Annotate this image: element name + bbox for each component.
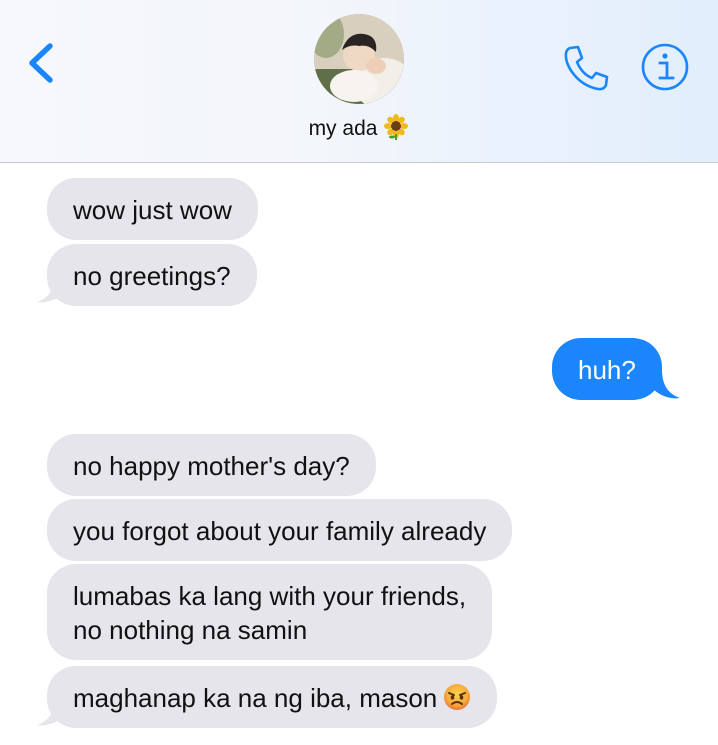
- message-text-line: lumabas ka lang with your friends,: [73, 581, 467, 611]
- sunflower-icon: [383, 114, 409, 149]
- contact-name: my ada: [308, 117, 378, 140]
- message-text: no happy mother's day?: [73, 451, 350, 481]
- message-text: no greetings?: [73, 261, 231, 291]
- message-text: huh?: [578, 355, 636, 385]
- call-button[interactable]: [560, 42, 612, 94]
- incoming-message[interactable]: wow just wow: [47, 178, 258, 240]
- message-text: maghanap ka na ng iba, mason: [73, 683, 438, 713]
- message-text: wow just wow: [73, 195, 232, 225]
- incoming-message[interactable]: maghanap ka na ng iba, mason: [47, 666, 498, 728]
- back-button[interactable]: [22, 38, 62, 88]
- message-text-line: no nothing na samin: [73, 615, 308, 645]
- incoming-message[interactable]: lumabas ka lang with your friends, no no…: [47, 564, 493, 660]
- phone-icon: [564, 45, 609, 91]
- pouting-face-icon: [443, 683, 471, 719]
- info-button[interactable]: [640, 42, 690, 92]
- incoming-message[interactable]: no happy mother's day?: [47, 434, 376, 496]
- incoming-message[interactable]: you forgot about your family already: [47, 499, 513, 561]
- incoming-message[interactable]: no greetings?: [47, 244, 257, 306]
- contact-name-row[interactable]: my ada: [0, 114, 718, 149]
- outgoing-message[interactable]: huh?: [552, 338, 662, 400]
- conversation-header: my ada: [0, 0, 718, 163]
- chevron-left-icon: [29, 43, 53, 83]
- contact-avatar[interactable]: [314, 14, 404, 104]
- message-text: you forgot about your family already: [73, 516, 487, 546]
- info-icon: [641, 43, 689, 91]
